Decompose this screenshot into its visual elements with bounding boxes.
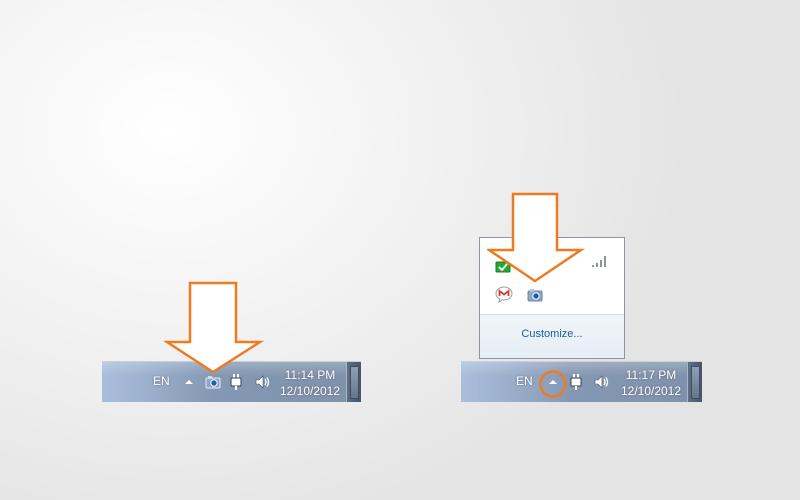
show-desktop-bar [350, 366, 359, 399]
power-plug-icon[interactable] [229, 373, 243, 391]
show-hidden-icons-button[interactable] [183, 377, 195, 387]
language-indicator[interactable]: EN [516, 374, 533, 388]
camera-icon[interactable] [205, 375, 221, 389]
clock-time: 11:17 PM [625, 368, 677, 382]
gmail-notifier-icon[interactable] [495, 286, 513, 303]
clock[interactable]: 11:17 PM 12/10/2012 [615, 367, 687, 399]
signal-bars-icon[interactable] [591, 254, 609, 268]
show-desktop-button[interactable] [346, 362, 361, 402]
clock-date: 12/10/2012 [620, 384, 682, 398]
show-desktop-button[interactable] [687, 362, 702, 402]
annotation-arrow-right [487, 192, 586, 283]
clock-time: 11:14 PM [284, 368, 336, 382]
customize-link[interactable]: Customize... [480, 328, 624, 340]
language-indicator[interactable]: EN [153, 374, 170, 388]
annotation-arrow-left [164, 281, 264, 374]
highlight-circle [539, 370, 567, 398]
show-desktop-bar [691, 366, 700, 399]
camera-icon[interactable] [527, 288, 543, 302]
speaker-icon[interactable] [255, 375, 271, 389]
power-plug-icon[interactable] [569, 373, 583, 391]
clock-date: 12/10/2012 [279, 384, 341, 398]
speaker-icon[interactable] [594, 375, 610, 389]
clock[interactable]: 11:14 PM 12/10/2012 [274, 367, 346, 399]
taskbar-right: EN 11:17 PM 12/10/2012 [461, 361, 702, 402]
popup-footer: Customize... [480, 314, 624, 358]
